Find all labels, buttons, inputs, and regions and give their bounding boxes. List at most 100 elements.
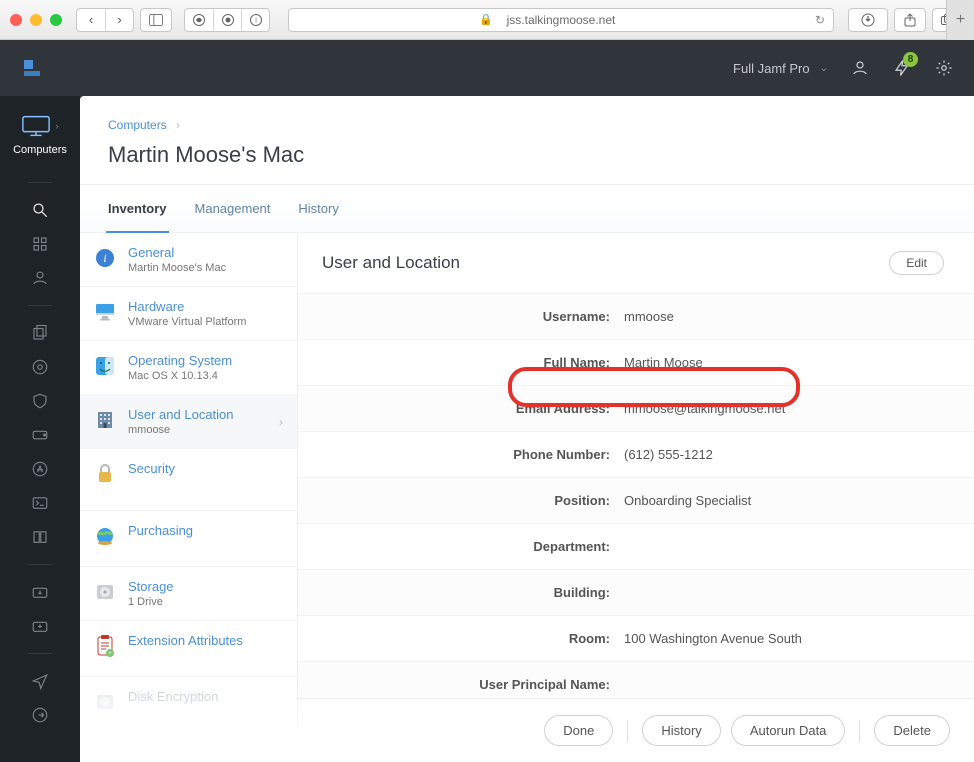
lock-icon: 🔒 xyxy=(479,13,493,26)
gear-icon[interactable] xyxy=(934,58,954,78)
chevron-right-icon: › xyxy=(55,121,58,131)
book-icon[interactable] xyxy=(29,526,51,548)
globe-icon xyxy=(94,525,116,547)
inv-storage[interactable]: Storage1 Drive xyxy=(80,567,297,621)
separator xyxy=(627,720,628,742)
command-icon[interactable] xyxy=(29,492,51,514)
app-grid-icon[interactable] xyxy=(29,233,51,255)
inv-hardware-label: Hardware xyxy=(128,299,246,314)
share-button[interactable] xyxy=(894,8,926,32)
tab-management[interactable]: Management xyxy=(181,185,285,232)
label-email: Email Address: xyxy=(298,401,618,416)
inv-user-location[interactable]: User and Location mmoose › xyxy=(80,395,297,449)
ext-buttons: i xyxy=(184,8,270,32)
ext-icon-2[interactable] xyxy=(213,9,241,31)
downloads-button[interactable] xyxy=(848,8,888,32)
ext-icon-3[interactable]: i xyxy=(241,9,269,31)
crumb-computers[interactable]: Computers xyxy=(108,118,167,132)
value-fullname: Martin Moose xyxy=(618,355,703,370)
nav-rail: › Computers xyxy=(0,96,80,762)
inv-purchasing[interactable]: Purchasing xyxy=(80,511,297,567)
breadcrumb: Computers › xyxy=(80,96,974,136)
address-bar[interactable]: 🔒 jss.talkingmoose.net ↻ xyxy=(288,8,834,32)
chevron-down-icon: ⌄ xyxy=(820,63,828,74)
inv-os-label: Operating System xyxy=(128,353,232,368)
label-fullname: Full Name: xyxy=(298,355,618,370)
disk-icon[interactable] xyxy=(29,424,51,446)
minimize-window-button[interactable] xyxy=(30,14,42,26)
notification-badge: 8 xyxy=(903,52,918,67)
label-phone: Phone Number: xyxy=(298,447,618,462)
value-room: 100 Washington Avenue South xyxy=(618,631,802,646)
detail-title: User and Location xyxy=(322,253,460,273)
inv-general-label: General xyxy=(128,245,226,260)
svg-text:i: i xyxy=(255,17,257,24)
row-username: Username:mmoose xyxy=(298,293,974,339)
row-building: Building: xyxy=(298,569,974,615)
inv-purchasing-label: Purchasing xyxy=(128,523,193,538)
nav-computers[interactable]: › Computers xyxy=(13,114,67,156)
forward-button[interactable]: › xyxy=(105,9,133,31)
label-position: Position: xyxy=(298,493,618,508)
sidebar-toggle-button[interactable] xyxy=(140,8,172,32)
inv-general[interactable]: i GeneralMartin Moose's Mac xyxy=(80,233,297,287)
jamf-logo[interactable] xyxy=(20,56,44,80)
window-controls xyxy=(10,14,62,26)
value-email: mmoose@talkingmoose.net xyxy=(618,401,785,416)
add-folder-icon[interactable] xyxy=(29,615,51,637)
inv-disk-label: Disk Encryption xyxy=(128,689,218,704)
notifications-icon[interactable]: 8 xyxy=(892,58,912,78)
separator xyxy=(859,720,860,742)
zoom-window-button[interactable] xyxy=(50,14,62,26)
close-window-button[interactable] xyxy=(10,14,22,26)
back-button[interactable]: ‹ xyxy=(77,9,105,31)
reload-button[interactable]: ↻ xyxy=(815,13,833,27)
profile-settings-icon[interactable] xyxy=(29,356,51,378)
label-username: Username: xyxy=(298,309,618,324)
footer-actions: Done History Autorun Data Delete xyxy=(298,698,974,762)
search-icon[interactable] xyxy=(29,199,51,221)
edit-button[interactable]: Edit xyxy=(889,251,944,275)
nav-computers-label: Computers xyxy=(13,144,67,156)
inv-extension-attributes[interactable]: + Extension Attributes xyxy=(80,621,297,677)
page-title: Martin Moose's Mac xyxy=(80,136,974,184)
row-fullname: Full Name:Martin Moose xyxy=(298,339,974,385)
inv-ext-label: Extension Attributes xyxy=(128,633,243,648)
autorun-button[interactable]: Autorun Data xyxy=(731,715,846,746)
info-icon: i xyxy=(94,247,116,269)
new-tab-button[interactable]: + xyxy=(946,0,974,40)
instance-label: Full Jamf Pro xyxy=(733,61,810,76)
ext-icon-1[interactable] xyxy=(185,9,213,31)
download-folder-icon[interactable] xyxy=(29,581,51,603)
chevron-right-icon: › xyxy=(279,415,283,429)
row-room: Room:100 Washington Avenue South xyxy=(298,615,974,661)
value-username: mmoose xyxy=(618,309,674,324)
done-button[interactable]: Done xyxy=(544,715,613,746)
send-icon[interactable] xyxy=(29,670,51,692)
shield-icon[interactable] xyxy=(29,390,51,412)
logout-icon[interactable] xyxy=(29,704,51,726)
appstore-icon[interactable] xyxy=(29,458,51,480)
history-button[interactable]: History xyxy=(642,715,720,746)
inv-userloc-sub: mmoose xyxy=(128,424,234,436)
clipboard-icon: + xyxy=(94,635,116,657)
chevron-right-icon: › xyxy=(176,118,180,132)
copies-icon[interactable] xyxy=(29,322,51,344)
inventory-category-list: i GeneralMartin Moose's Mac HardwareVMwa… xyxy=(80,233,298,749)
inv-security[interactable]: Security xyxy=(80,449,297,511)
tab-history[interactable]: History xyxy=(284,185,352,232)
inv-userloc-label: User and Location xyxy=(128,407,234,422)
inv-disk-encryption[interactable]: Disk Encryption xyxy=(80,677,297,733)
address-url: jss.talkingmoose.net xyxy=(507,13,616,27)
row-position: Position:Onboarding Specialist xyxy=(298,477,974,523)
instance-picker[interactable]: Full Jamf Pro ⌄ xyxy=(733,61,828,76)
user-icon[interactable] xyxy=(850,58,870,78)
inv-os[interactable]: Operating SystemMac OS X 10.13.4 xyxy=(80,341,297,395)
inv-hardware[interactable]: HardwareVMware Virtual Platform xyxy=(80,287,297,341)
users-icon[interactable] xyxy=(29,267,51,289)
delete-button[interactable]: Delete xyxy=(874,715,950,746)
lock-icon xyxy=(94,463,116,485)
tab-inventory[interactable]: Inventory xyxy=(94,185,181,232)
svg-text:i: i xyxy=(103,251,106,265)
value-position: Onboarding Specialist xyxy=(618,493,751,508)
